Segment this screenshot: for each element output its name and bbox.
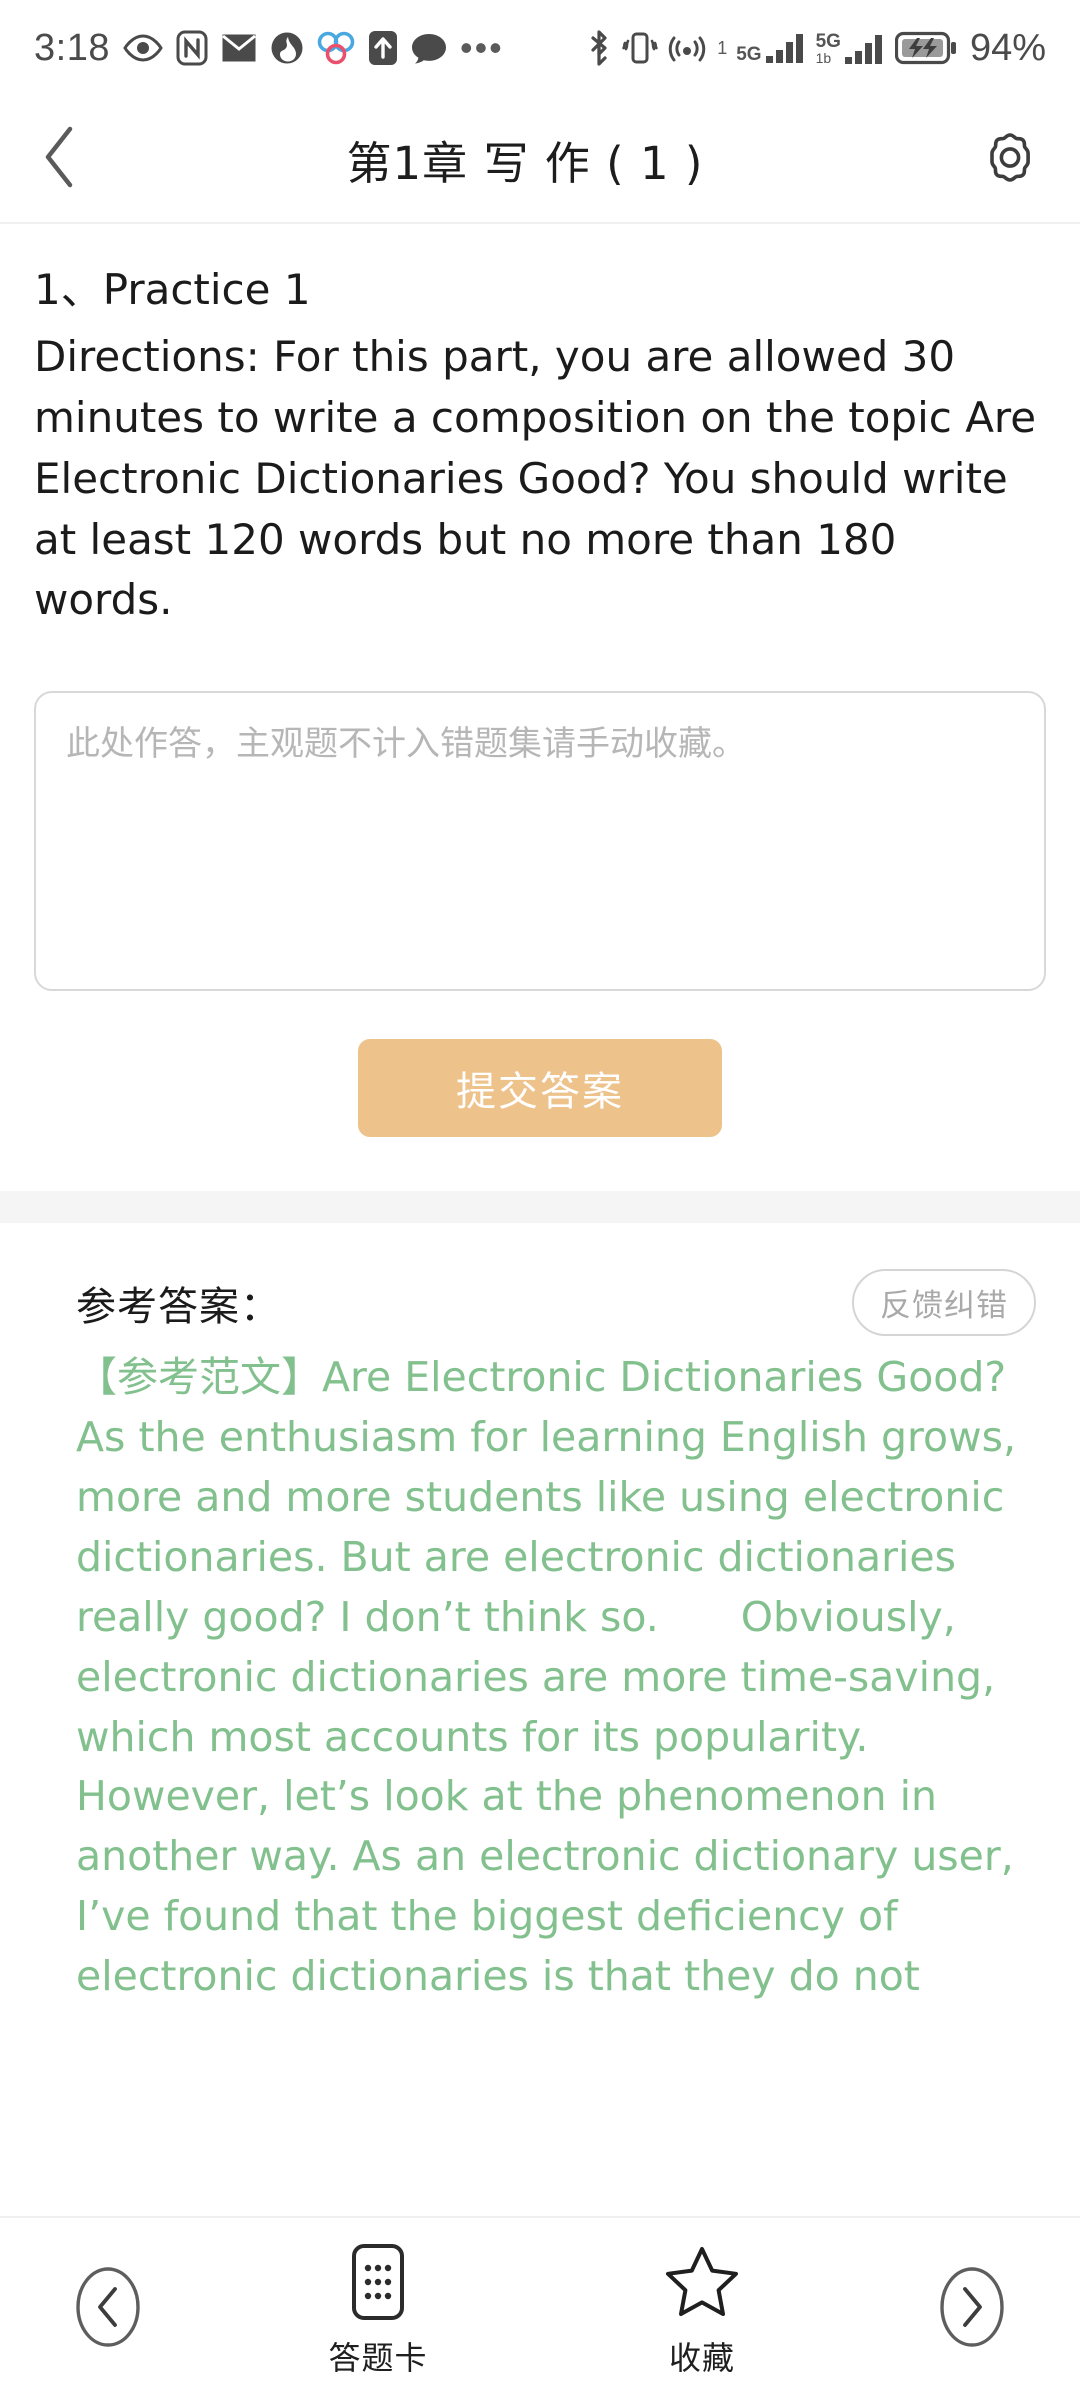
answer-card-icon	[348, 2239, 408, 2325]
back-button[interactable]	[0, 95, 120, 223]
question-title-text: Practice 1	[102, 265, 311, 314]
upload-arrow-icon	[368, 30, 398, 66]
battery-percent-label: 94%	[969, 26, 1046, 69]
status-clock: 3:18	[34, 26, 110, 69]
submit-answer-button[interactable]: 提交答案	[358, 1039, 722, 1138]
chat-bubble-icon	[411, 32, 447, 64]
star-outline-icon	[664, 2239, 740, 2325]
sim2-network-label: 5G 1b	[815, 30, 841, 66]
eye-icon	[123, 33, 163, 63]
battery-charging-icon	[894, 31, 957, 65]
hotspot-icon	[668, 29, 708, 67]
gear-icon	[979, 126, 1041, 193]
page-title: 第1章 写 作 ( 1 )	[346, 136, 704, 190]
answer-input-placeholder: 此处作答，主观题不计入错题集请手动收藏。	[66, 724, 746, 765]
reference-answer-title: 参考答案：	[76, 1283, 281, 1330]
bottom-nav-bar: 答题卡 收藏	[0, 2216, 1080, 2400]
more-dots-icon: •••	[459, 27, 504, 68]
bluetooth-icon	[586, 28, 612, 68]
vibrate-icon	[621, 28, 659, 68]
answer-card-label: 答题卡	[328, 2339, 428, 2377]
content-scroll-area[interactable]: 1、Practice 1 Directions: For this part, …	[0, 226, 1080, 2216]
settings-button[interactable]	[940, 95, 1080, 223]
signal-bars-sim2-icon: 5G 1b	[816, 32, 886, 65]
question-title: 1、Practice 1	[34, 260, 1046, 321]
prev-question-button[interactable]	[0, 2264, 216, 2355]
answer-input[interactable]: 此处作答，主观题不计入错题集请手动收藏。	[34, 691, 1046, 992]
mail-icon	[221, 33, 257, 63]
favorite-tab[interactable]: 收藏	[540, 2239, 864, 2379]
feedback-correction-button[interactable]: 反馈纠错	[852, 1269, 1036, 1337]
nfc-icon	[176, 30, 208, 66]
status-bar-left: 3:18 •••	[34, 27, 504, 70]
answer-card-tab[interactable]: 答题卡	[216, 2239, 540, 2379]
signal-bars-sim1-icon: 5G	[736, 32, 806, 64]
page-header: 第1章 写 作 ( 1 )	[0, 96, 1080, 224]
chevron-left-circle-icon	[73, 2264, 143, 2355]
chevron-left-icon	[38, 124, 82, 195]
sim1-network-label: 5G	[736, 44, 762, 65]
next-question-button[interactable]	[864, 2264, 1080, 2355]
flame-icon	[270, 31, 304, 65]
hotspot-sim-index: 1	[717, 37, 728, 58]
question-directions: Directions: For this part, you are allow…	[34, 331, 1037, 625]
reference-answer-text: 【参考范文】Are Electronic Dictionaries Good? …	[76, 1353, 1080, 2000]
question-block: 1、Practice 1 Directions: For this part, …	[0, 226, 1080, 631]
chevron-right-circle-icon	[937, 2264, 1007, 2355]
status-bar: 3:18 ••• 1 5G 5G 1b 94%	[0, 0, 1080, 96]
reference-answer-header: 参考答案： 反馈纠错	[0, 1223, 1080, 1337]
status-bar-right: 1 5G 5G 1b 94%	[586, 27, 1046, 70]
section-divider	[0, 1191, 1080, 1224]
submit-row: 提交答案	[0, 1039, 1080, 1138]
question-number: 1、	[34, 265, 103, 314]
app-root: 3:18 ••• 1 5G 5G 1b 94% 第1章 写 作 (1) 1、…	[0, 0, 1080, 2400]
favorite-label: 收藏	[668, 2339, 735, 2377]
tricolor-circles-icon	[317, 31, 355, 65]
